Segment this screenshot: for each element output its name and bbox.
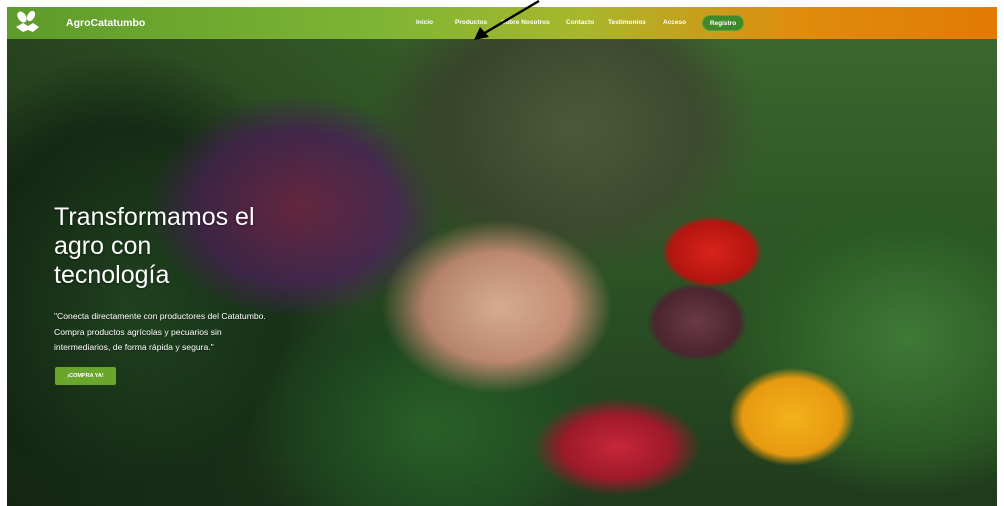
nav-item-acceso[interactable]: Acceso: [663, 19, 686, 26]
buy-now-button[interactable]: ¡COMPRA YA!: [55, 367, 116, 385]
hero-title-line: tecnología: [54, 261, 170, 289]
page-frame: AgroCatatumbo Inicio Productos Sobre Nos…: [7, 7, 997, 506]
nav-item-inicio[interactable]: Inicio: [416, 19, 433, 26]
hero-description: "Conecta directamente con productores de…: [54, 311, 266, 352]
handshake-leaf-logo-icon[interactable]: [13, 10, 41, 36]
hero-title-line: Transformamos el: [54, 203, 255, 231]
nav-item-contacto[interactable]: Contacto: [566, 19, 594, 26]
brand-name[interactable]: AgroCatatumbo: [66, 17, 145, 29]
hero-title-line: agro con: [54, 232, 152, 260]
nav-item-testimonios[interactable]: Testimonios: [608, 19, 646, 26]
annotation-arrow-icon: [474, 0, 540, 40]
register-button[interactable]: Registro: [702, 15, 744, 31]
hero-title: Transformamos el agro con tecnología: [54, 203, 314, 290]
